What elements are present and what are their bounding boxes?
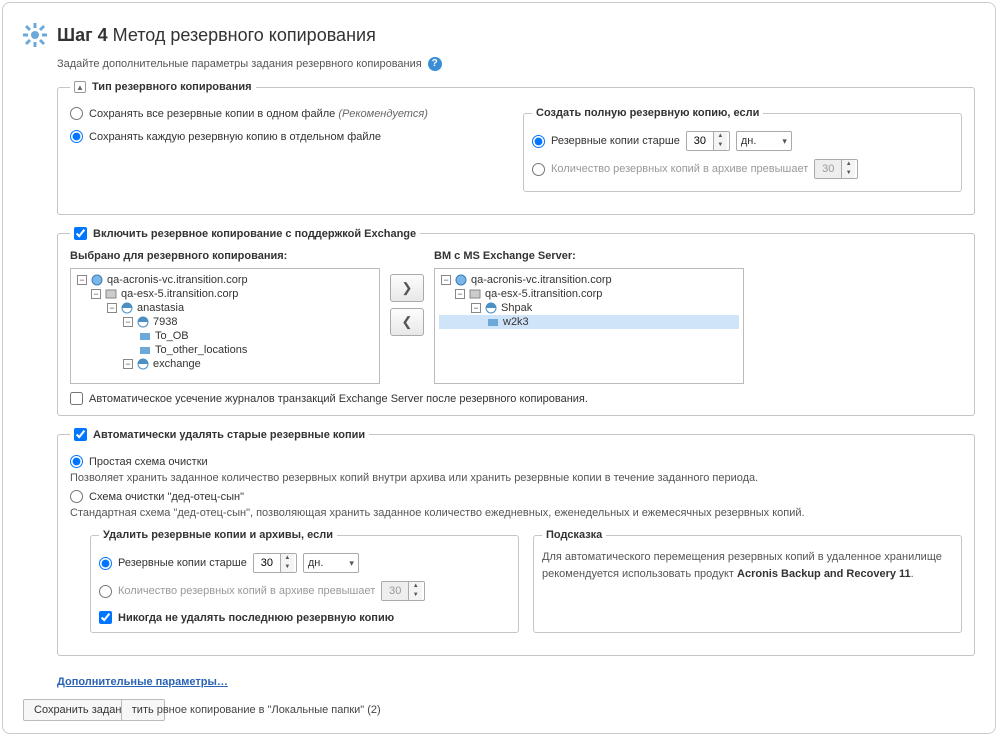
delete-older-label: Резервные копии старше [118,557,247,569]
chevron-down-icon: ▼ [409,591,422,600]
opt-separate-file-label: Сохранять каждую резервную копию в отдел… [89,131,381,143]
auto-delete-checkbox[interactable] [74,428,87,441]
full-copy-older-value[interactable]: ▲▼ [686,131,730,151]
tree-node-label[interactable]: To_other_locations [155,344,247,356]
subtitle-text: Задайте дополнительные параметры задания… [57,58,422,70]
never-delete-last-label: Никогда не удалять последнюю резервную к… [118,612,394,624]
auto-delete-legend: Автоматически удалять старые резервные к… [93,429,365,441]
opt-separate-file-radio[interactable] [70,130,83,143]
tree-toggle-icon[interactable]: − [77,275,87,285]
backup-type-legend: Тип резервного копирования [92,81,252,93]
simple-scheme-desc: Позволяет хранить заданное количество ре… [70,472,962,484]
simple-scheme-radio[interactable] [70,455,83,468]
backup-type-group: ▲ Тип резервного копирования Сохранять в… [57,81,975,215]
footer-status-text: рвное копирование в "Локальные папки" (2… [157,704,381,716]
full-copy-count-value: ▲▼ [814,159,858,179]
full-copy-legend: Создать полную резервную копию, если [532,107,763,119]
tree-toggle-icon[interactable]: − [91,289,101,299]
chevron-up-icon[interactable]: ▲ [281,554,294,563]
tree-node-label[interactable]: anastasia [137,302,184,314]
auto-delete-group: Автоматически удалять старые резервные к… [57,428,975,656]
gear-icon [23,23,47,47]
tree-node-label[interactable]: qa-esx-5.itransition.corp [121,288,238,300]
delete-if-legend: Удалить резервные копии и архивы, если [99,529,337,541]
tree-node-label[interactable]: qa-acronis-vc.itransition.corp [107,274,248,286]
full-copy-older-radio[interactable] [532,135,545,148]
delete-older-unit-select[interactable]: дн. ▾ [303,553,359,573]
delete-older-radio[interactable] [99,557,112,570]
vm-icon [485,302,497,314]
exchange-enable-checkbox[interactable] [74,227,87,240]
full-copy-group: Создать полную резервную копию, если Рез… [523,107,962,192]
gfs-scheme-desc: Стандартная схема "дед-отец-сын", позвол… [70,507,962,519]
exchange-vm-tree[interactable]: −qa-acronis-vc.itransition.corp −qa-esx-… [434,268,744,384]
datacenter-icon [455,274,467,286]
vm-icon [487,316,499,328]
tree-node-label[interactable]: Shpak [501,302,532,314]
host-icon [105,288,117,300]
hint-text: Для автоматического перемещения резервны… [542,549,953,582]
exchange-group: Включить резервное копирование с поддерж… [57,227,975,416]
chevron-down-icon: ▼ [842,169,855,178]
gfs-scheme-radio[interactable] [70,490,83,503]
simple-scheme-label: Простая схема очистки [89,456,208,468]
chevron-down-icon[interactable]: ▼ [281,563,294,572]
tree-node-label[interactable]: w2k3 [503,316,529,328]
chevron-up-icon: ▲ [842,160,855,169]
exchange-right-heading: ВМ с MS Exchange Server: [434,250,744,262]
delete-if-group: Удалить резервные копии и архивы, если Р… [90,529,519,633]
vm-icon [137,358,149,370]
host-icon [469,288,481,300]
tree-toggle-icon[interactable]: − [123,317,133,327]
tree-node-label[interactable]: qa-esx-5.itransition.corp [485,288,602,300]
tree-toggle-icon[interactable]: − [455,289,465,299]
vm-icon [137,316,149,328]
full-copy-count-label: Количество резервных копий в архиве прев… [551,163,808,175]
move-right-button[interactable]: ❯ [390,274,424,302]
more-params-link[interactable]: Дополнительные параметры… [57,676,228,688]
never-delete-last-checkbox[interactable] [99,611,112,624]
exchange-legend: Включить резервное копирование с поддерж… [93,228,416,240]
selected-tree[interactable]: −qa-acronis-vc.itransition.corp −qa-esx-… [70,268,380,384]
hint-group: Подсказка Для автоматического перемещени… [533,529,962,633]
footer-bar: Сохранить задание тить рвное копирование… [23,699,381,721]
move-left-button[interactable]: ❮ [390,308,424,336]
tree-toggle-icon[interactable]: − [123,359,133,369]
opt-single-file-radio[interactable] [70,107,83,120]
opt-single-file-label: Сохранять все резервные копии в одном фа… [89,108,428,120]
tree-node-label[interactable]: exchange [153,358,201,370]
folder-icon [139,330,151,342]
datacenter-icon [91,274,103,286]
delete-count-label: Количество резервных копий в архиве прев… [118,585,375,597]
delete-count-radio[interactable] [99,585,112,598]
auto-truncate-checkbox[interactable] [70,392,83,405]
chevron-down-icon: ▾ [349,558,354,569]
tree-node-label[interactable]: qa-acronis-vc.itransition.corp [471,274,612,286]
chevron-up-icon: ▲ [409,582,422,591]
delete-count-value: ▲▼ [381,581,425,601]
help-icon[interactable]: ? [428,57,442,71]
auto-truncate-label: Автоматическое усечение журналов транзак… [89,393,588,405]
tree-toggle-icon[interactable]: − [441,275,451,285]
collapse-toggle-icon[interactable]: ▲ [74,81,86,93]
tree-node-label[interactable]: 7938 [153,316,177,328]
full-copy-count-radio[interactable] [532,163,545,176]
page-title: Шаг 4 Метод резервного копирования [57,25,376,46]
tree-toggle-icon[interactable]: − [107,303,117,313]
chevron-down-icon: ▾ [782,136,787,147]
hint-legend: Подсказка [542,529,606,541]
gfs-scheme-label: Схема очистки "дед-отец-сын" [89,491,244,503]
tree-toggle-icon[interactable]: − [471,303,481,313]
exchange-left-heading: Выбрано для резервного копирования: [70,250,380,262]
chevron-up-icon[interactable]: ▲ [714,132,727,141]
vm-icon [121,302,133,314]
tree-node-label[interactable]: To_OB [155,330,189,342]
chevron-down-icon[interactable]: ▼ [714,141,727,150]
full-copy-older-label: Резервные копии старше [551,135,680,147]
folder-icon [139,344,151,356]
delete-older-value[interactable]: ▲▼ [253,553,297,573]
full-copy-older-unit-select[interactable]: дн. ▾ [736,131,792,151]
